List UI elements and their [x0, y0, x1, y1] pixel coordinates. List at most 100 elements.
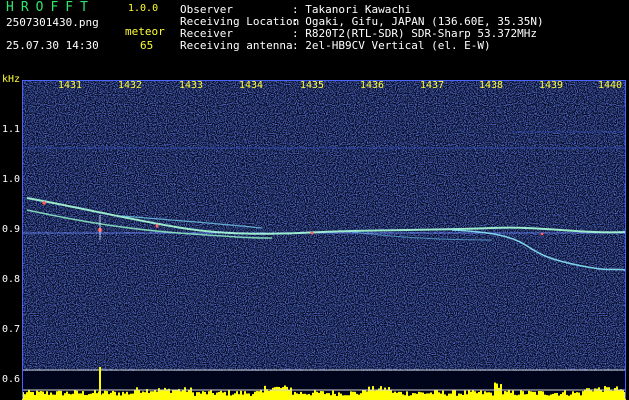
spectrum-bar [104, 390, 106, 400]
spectrum-bar [334, 393, 336, 400]
spectrum-bar [448, 393, 450, 400]
y-tick-label: 1.1 [2, 124, 21, 135]
spectrum-bar [418, 391, 420, 400]
spectrum-bar [382, 390, 384, 400]
spectrum-bar [310, 395, 312, 400]
spectrum-bar [360, 393, 362, 400]
spectrum-bar [492, 395, 494, 400]
spectrum-bar [484, 391, 486, 400]
spectrum-bar [184, 387, 186, 400]
spectrum-bar [532, 391, 534, 400]
spectrum-bar [150, 391, 152, 400]
spectrum-bar [32, 391, 34, 400]
info-value: : 2el-HB9CV Vertical (el. E-W) [292, 39, 491, 52]
spectrum-bar [416, 393, 418, 400]
spectrum-bar [342, 395, 344, 400]
date-time: 25.07.30 14:30 [6, 39, 99, 52]
spectrum-bar [398, 391, 400, 400]
spectrum-bar [236, 391, 238, 400]
spectrum-bar [520, 390, 522, 400]
spectrum-bar [134, 390, 136, 400]
spectrum-bar [540, 391, 542, 400]
meteor-label: meteor [125, 25, 165, 38]
spectrum-bar [86, 395, 88, 400]
spectrum-bar [52, 394, 54, 400]
spectrum-bar [506, 391, 508, 400]
spectrum-bar [486, 392, 488, 400]
spectrum-bar [112, 390, 114, 400]
spectrum-bar [26, 392, 28, 400]
spectrum-bar [328, 393, 330, 400]
spectrum-bar [64, 393, 66, 400]
spectrum-bar [230, 395, 232, 400]
app-version: 1.0.0 [128, 3, 159, 14]
trace-hotspot [42, 201, 46, 205]
spectrum-bar [76, 390, 78, 400]
spectrum-bar [390, 390, 392, 400]
spectrum-bar [410, 395, 412, 400]
spectrum-bar [552, 393, 554, 400]
spectrum-bar [568, 395, 570, 400]
spectrum-bar [156, 391, 158, 400]
spectrum-bar [68, 393, 70, 400]
spectrum-bar [144, 392, 146, 400]
spectrum-bar [228, 390, 230, 400]
spectrum-bar [178, 389, 180, 400]
spectrum-bar [180, 391, 182, 400]
y-tick-label: 1.0 [2, 174, 21, 185]
spectrum-bar [200, 393, 202, 400]
spectrum-bar [458, 393, 460, 400]
spectrum-bar [338, 392, 340, 400]
spectrum-bar [308, 394, 310, 400]
spectrum-bar [288, 390, 290, 400]
y-tick-label: 0.7 [2, 324, 21, 335]
spectrum-bar [232, 394, 234, 400]
spectrum-bar [326, 393, 328, 400]
spectrum-bar [244, 391, 246, 400]
spectrum-bar [504, 391, 506, 400]
spectrum-bar [38, 391, 40, 400]
axis-unit-label: kHz [2, 74, 21, 85]
spectrum-bar [172, 389, 174, 400]
spectrum-bar [558, 395, 560, 400]
spectrum-bar [218, 391, 220, 400]
spectrum-bar [46, 391, 48, 400]
spectrum-bar [78, 393, 80, 400]
spectrum-bar [220, 390, 222, 400]
spectrum-bar [348, 395, 350, 400]
spectrum-bar [454, 390, 456, 400]
spectrum-bar [208, 391, 210, 400]
spectrum-bar [44, 393, 46, 400]
spectrum-bar [136, 387, 138, 400]
spectrum-bar [146, 388, 148, 400]
spectrum-bar [512, 390, 514, 400]
spectrum-bar [530, 391, 532, 400]
spectrum-bar [468, 390, 470, 400]
spectrum-bar [224, 391, 226, 400]
app-logo: HROFFT [6, 0, 95, 15]
spectrum-bar [508, 390, 510, 400]
x-tick-label: 1433 [178, 80, 204, 91]
spectrum-bar [66, 391, 68, 400]
spectrum-bar [370, 389, 372, 400]
spectrum-bar [566, 394, 568, 400]
spectrum-bar [28, 390, 30, 400]
spectrum-bar [332, 390, 334, 400]
meteor-count: 65 [140, 39, 154, 52]
spectrum-bar [42, 391, 44, 400]
spectrum-bar [500, 384, 502, 400]
spectrum-bar [128, 394, 130, 400]
spectrum-bar [564, 390, 566, 400]
spectrum-bar [618, 389, 620, 400]
spectrum-bar [430, 392, 432, 400]
spectrum-bar [352, 391, 354, 400]
spectrum-bar [258, 391, 260, 400]
spectrum-bar [238, 394, 240, 400]
spectrum-bar [560, 394, 562, 400]
x-tick-label: 1431 [57, 80, 83, 91]
spectrum-spike [99, 367, 101, 400]
spectrum-bar [320, 391, 322, 400]
spectrum-bar [138, 390, 140, 400]
spectrum-bar [440, 393, 442, 400]
spectrum-bar [102, 393, 104, 400]
